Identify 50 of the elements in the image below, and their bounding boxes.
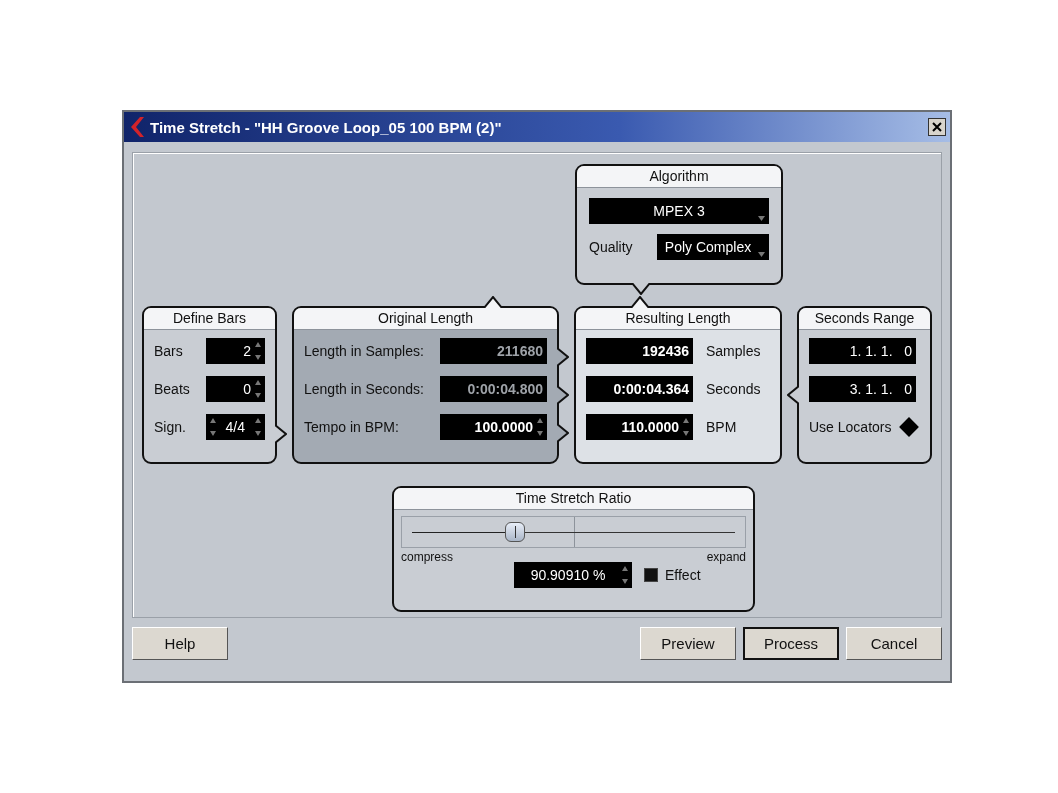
- window-title: Time Stretch - "HH Groove Loop_05 100 BPM (2)": [150, 118, 503, 136]
- panel-title: Define Bars: [144, 308, 275, 330]
- field-label: Length in Samples:: [304, 343, 425, 359]
- field-label: Beats: [154, 381, 191, 397]
- spinner-arrows[interactable]: [622, 565, 628, 585]
- number-field[interactable]: 4/4: [205, 414, 265, 440]
- spinner-arrows[interactable]: [255, 341, 261, 361]
- expand-label: expand: [706, 550, 746, 564]
- caret-icon[interactable]: [758, 252, 765, 257]
- caret-icon[interactable]: [758, 216, 765, 221]
- dialog-button[interactable]: Cancel: [846, 627, 942, 660]
- spinner-arrows[interactable]: [209, 417, 216, 437]
- compress-label: compress: [401, 550, 453, 564]
- quality-dropdown[interactable]: Poly Complex: [657, 234, 769, 260]
- number-field[interactable]: 110.0000: [586, 414, 693, 440]
- field-label: Bars: [154, 343, 184, 359]
- spinner-arrows[interactable]: [537, 417, 543, 437]
- use-locators-label: Use Locators: [809, 419, 892, 435]
- number-field[interactable]: 192436: [586, 338, 693, 364]
- number-field[interactable]: 2: [205, 338, 265, 364]
- effect-checkbox[interactable]: [644, 568, 658, 582]
- number-field: 0:00:04.800: [440, 376, 547, 402]
- dialog-button[interactable]: Preview: [640, 627, 736, 660]
- number-field[interactable]: 0: [205, 376, 265, 402]
- position-field[interactable]: 3. 1. 1. 0: [809, 376, 916, 402]
- slider-thumb[interactable]: [505, 522, 526, 542]
- panel-title: Time Stretch Ratio: [394, 488, 753, 510]
- algorithm-dropdown[interactable]: MPEX 3: [589, 198, 769, 224]
- close-button[interactable]: [928, 118, 946, 136]
- number-field[interactable]: 100.0000: [440, 414, 547, 440]
- unit-label: Seconds: [706, 381, 761, 397]
- dialog-button[interactable]: Process: [743, 627, 839, 660]
- ratio-field[interactable]: 90.90910 %: [514, 562, 632, 588]
- field-label: Sign.: [154, 419, 187, 435]
- spinner-arrows[interactable]: [255, 379, 261, 399]
- effect-label: Effect: [665, 567, 701, 583]
- number-field: 211680: [440, 338, 547, 364]
- panel-title: Seconds Range: [799, 308, 930, 330]
- field-label: Length in Seconds:: [304, 381, 425, 397]
- spinner-arrows[interactable]: [255, 417, 261, 437]
- panel-title: Algorithm: [577, 166, 781, 188]
- close-icon: [932, 122, 942, 132]
- field-label: Tempo in BPM:: [304, 419, 400, 435]
- unit-label: BPM: [706, 419, 737, 435]
- quality-label: Quality: [589, 239, 633, 255]
- number-field[interactable]: 0:00:04.364: [586, 376, 693, 402]
- dialog-button[interactable]: Help: [132, 627, 228, 660]
- position-field[interactable]: 1. 1. 1. 0: [809, 338, 916, 364]
- spinner-arrows[interactable]: [683, 417, 689, 437]
- unit-label: Samples: [706, 343, 761, 359]
